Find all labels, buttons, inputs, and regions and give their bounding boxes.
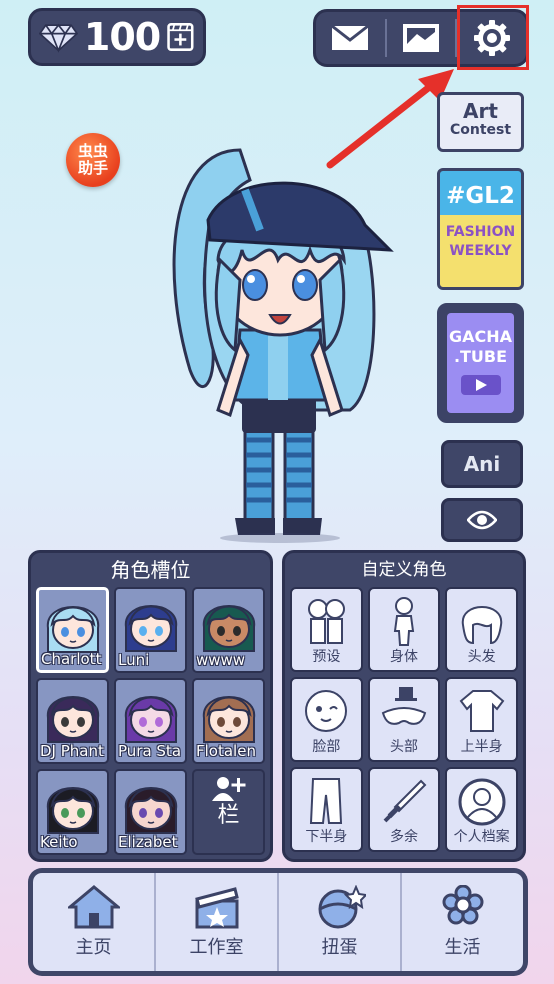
character-avatar: [202, 605, 255, 652]
character-figure[interactable]: [150, 110, 410, 545]
slot-name: Keito: [40, 833, 78, 851]
gacha-tube-line2: .TUBE: [453, 347, 508, 366]
category-top[interactable]: 上半身: [445, 677, 518, 762]
category-preset[interactable]: 预设: [290, 587, 363, 672]
character-slot[interactable]: Luni: [114, 587, 187, 673]
gacha-tube-card[interactable]: GACHA .TUBE: [437, 303, 524, 423]
category-label: 个人档案: [453, 829, 510, 845]
add-slot-button[interactable]: 栏: [192, 769, 265, 855]
character-slot[interactable]: Elizabet: [114, 769, 187, 855]
clapperboard-icon: [194, 887, 239, 929]
character-avatar: [46, 696, 99, 743]
art-contest-line2: Contest: [449, 122, 512, 138]
character-slot[interactable]: Pura Sta: [114, 678, 187, 764]
art-contest-line1: Art: [463, 99, 498, 123]
slot-name: Elizabet: [118, 833, 178, 851]
slot-name: Luni: [118, 651, 150, 669]
pants-icon: [310, 778, 343, 824]
gem-count: 100: [83, 15, 161, 59]
character-avatar: [46, 787, 99, 834]
bottom-navigation: 主页 工作室 扭蛋 生活: [28, 868, 528, 976]
hat-mask-icon: [381, 687, 427, 725]
image-icon: [403, 24, 439, 52]
house-icon: [67, 885, 120, 929]
gacha-egg-icon: [318, 885, 366, 929]
settings-highlight-box: [457, 5, 529, 70]
add-slot-label: 栏: [217, 803, 240, 828]
hair-icon: [461, 606, 502, 645]
gl2-tag: #GL2: [446, 183, 515, 209]
category-label: 脸部: [312, 739, 341, 755]
film-plus-icon[interactable]: [166, 19, 195, 55]
character-slots-panel: 角色槽位 Charlott Luni wwww DJ Phant Pura St…: [28, 550, 273, 862]
slot-name: Flotalen: [196, 742, 256, 760]
character-avatar: [202, 696, 255, 743]
character-avatar: [124, 605, 177, 652]
preset-icon: [308, 599, 346, 644]
gl2-line1: FASHION: [445, 224, 516, 240]
nav-studio[interactable]: 工作室: [156, 873, 279, 971]
nav-label: 主页: [75, 937, 112, 958]
nav-label: 生活: [444, 937, 481, 958]
category-body[interactable]: 身体: [367, 587, 441, 672]
eye-icon: [467, 510, 497, 530]
sword-icon: [383, 779, 427, 823]
character-slot[interactable]: wwww: [192, 587, 265, 673]
gl2-fashion-weekly-card[interactable]: #GL2 FASHION WEEKLY: [437, 168, 524, 290]
character-slot[interactable]: Keito: [36, 769, 109, 855]
cc-helper-badge[interactable]: 虫虫助手: [66, 133, 120, 187]
character-avatar: [124, 696, 177, 743]
gacha-tube-line1: GACHA: [448, 327, 513, 346]
category-label: 身体: [389, 649, 418, 665]
customize-character-panel: 自定义角色 预设 身体 头发 脸部 头部 上半身 下半身 多余 个人档案: [282, 550, 526, 862]
character-slot[interactable]: Charlott: [36, 587, 109, 673]
slot-panel-title: 角色槽位: [110, 558, 191, 582]
category-head[interactable]: 头部: [367, 677, 441, 762]
shirt-icon: [459, 690, 505, 732]
nav-gacha[interactable]: 扭蛋: [279, 873, 402, 971]
category-profile[interactable]: 个人档案: [445, 767, 518, 852]
ani-button[interactable]: Ani: [441, 440, 523, 488]
gallery-button[interactable]: [387, 12, 456, 64]
category-label: 预设: [312, 649, 341, 665]
category-face[interactable]: 脸部: [290, 677, 363, 762]
mail-icon: [331, 24, 370, 50]
nav-home[interactable]: 主页: [33, 873, 156, 971]
category-label: 多余: [389, 829, 418, 845]
play-icon: [460, 375, 501, 395]
slot-name: Charlott: [41, 650, 102, 668]
cc-helper-label: 虫虫助手: [77, 142, 108, 177]
art-contest-card[interactable]: Art Contest: [437, 92, 524, 152]
character-slot[interactable]: Flotalen: [192, 678, 265, 764]
category-hair[interactable]: 头发: [445, 587, 518, 672]
add-person-icon: [211, 777, 245, 801]
currency-display[interactable]: 100: [28, 8, 206, 66]
body-icon: [393, 597, 415, 646]
nav-life[interactable]: 生活: [402, 873, 523, 971]
diamond-icon: [39, 23, 78, 53]
face-icon: [305, 690, 348, 732]
nav-label: 工作室: [189, 937, 244, 958]
slot-name: wwww: [196, 651, 246, 669]
slot-name: DJ Phant: [40, 742, 104, 760]
eye-toggle-button[interactable]: [441, 498, 523, 542]
slot-name: Pura Sta: [118, 742, 182, 760]
flower-icon: [442, 885, 483, 925]
category-label: 下半身: [305, 829, 348, 845]
profile-icon: [458, 778, 506, 826]
category-bottom[interactable]: 下半身: [290, 767, 363, 852]
category-label: 头发: [467, 649, 496, 665]
custom-panel-title: 自定义角色: [361, 560, 447, 580]
category-label: 上半身: [460, 739, 503, 755]
character-slot[interactable]: DJ Phant: [36, 678, 109, 764]
character-avatar: [46, 606, 99, 653]
mail-button[interactable]: [316, 12, 385, 64]
category-label: 头部: [389, 739, 418, 755]
gl2-line2: WEEKLY: [449, 243, 512, 259]
nav-label: 扭蛋: [321, 937, 358, 958]
category-extra[interactable]: 多余: [367, 767, 441, 852]
character-avatar: [124, 787, 177, 834]
